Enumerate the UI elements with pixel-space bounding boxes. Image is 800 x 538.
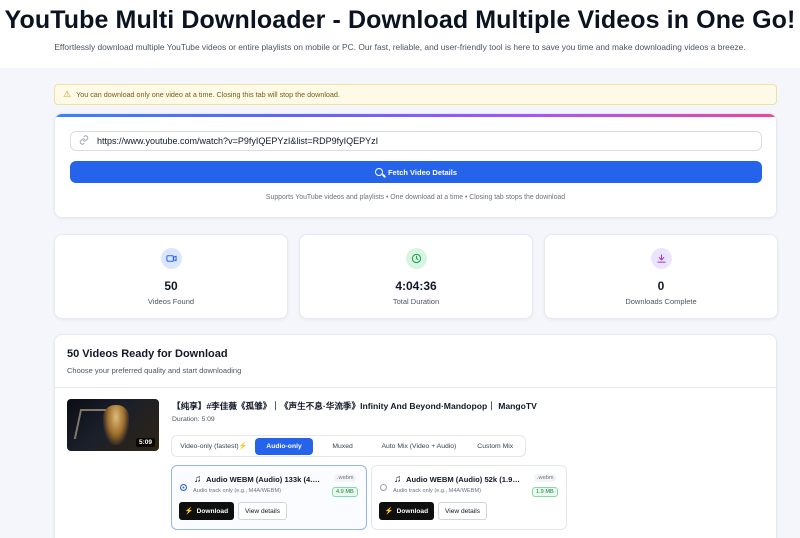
thumbnail-artwork (73, 409, 107, 439)
fetch-video-details-button[interactable]: Fetch Video Details (70, 161, 762, 183)
bolt-icon: ⚡ (184, 508, 194, 515)
download-button[interactable]: ⚡ Download (179, 502, 234, 520)
page-subtitle: Effortlessly download multiple YouTube v… (54, 42, 746, 52)
size-badge: 1.9 MB (532, 487, 558, 497)
music-note-icon: ♫ (194, 474, 202, 485)
download-button-label: Download (196, 507, 229, 515)
format-option-card[interactable]: ♫ Audio WEBM (Audio) 133k (4.9 MB) Audio… (171, 465, 367, 530)
option-title: Audio WEBM (Audio) 133k (4.9 MB) (206, 475, 322, 484)
option-title: Audio WEBM (Audio) 52k (1.9 MB) (406, 475, 522, 484)
stat-total-duration: 4:04:36 Total Duration (299, 234, 533, 319)
url-hint: Supports YouTube videos and playlists • … (265, 194, 566, 201)
page-header: YouTube Multi Downloader - Download Mult… (0, 0, 800, 68)
stat-label: Videos Found (147, 297, 195, 306)
video-thumbnail[interactable]: 5:09 (67, 399, 159, 451)
download-button-label: Download (396, 507, 429, 515)
thumbnail-duration-badge: 5:09 (135, 438, 155, 447)
download-icon (651, 248, 672, 269)
music-note-icon: ♫ (394, 474, 402, 485)
format-option-card[interactable]: ♫ Audio WEBM (Audio) 52k (1.9 MB) Audio … (371, 465, 567, 530)
stat-label: Total Duration (392, 297, 440, 306)
stat-value: 0 (657, 279, 665, 293)
clock-icon (406, 248, 427, 269)
warning-banner: ⚠ You can download only one video at a t… (54, 84, 777, 105)
url-input-value: https://www.youtube.com/watch?v=P9fyIQEP… (97, 136, 379, 146)
url-input[interactable]: https://www.youtube.com/watch?v=P9fyIQEP… (70, 131, 762, 151)
search-icon (374, 168, 383, 176)
warning-text: You can download only one video at a tim… (76, 90, 340, 99)
option-radio[interactable] (380, 484, 387, 491)
stat-label: Downloads Complete (625, 297, 697, 306)
divider (55, 387, 776, 388)
accent-gradient-bar (55, 114, 776, 117)
warning-icon: ⚠ (63, 89, 72, 99)
tab-custom-mix[interactable]: Custom Mix (467, 438, 523, 455)
tab-audio-only[interactable]: Audio-only (255, 437, 313, 455)
stat-downloads-complete: 0 Downloads Complete (544, 234, 778, 319)
stat-value: 50 (164, 279, 178, 293)
bolt-icon: ⚡ (384, 508, 394, 515)
video-list-card: 50 Videos Ready for Download Choose your… (54, 334, 777, 538)
stat-videos-found: 50 Videos Found (54, 234, 288, 319)
tab-muxed[interactable]: Muxed (315, 438, 371, 455)
thumbnail-figure (103, 405, 129, 445)
tab-video-only[interactable]: Video-only (fastest)⚡ (174, 438, 253, 455)
url-form-card: https://www.youtube.com/watch?v=P9fyIQEP… (54, 113, 777, 218)
format-badge: .webm (334, 474, 357, 482)
download-button[interactable]: ⚡ Download (379, 502, 434, 520)
list-subtitle: Choose your preferred quality and start … (67, 366, 242, 375)
video-duration: Duration: 5:09 (172, 416, 215, 423)
view-details-button[interactable]: View details (438, 502, 487, 520)
format-tabs: Video-only (fastest)⚡ Audio-only Muxed A… (171, 435, 526, 457)
format-badge: .webm (534, 474, 557, 482)
stat-value: 4:04:36 (395, 279, 437, 293)
video-icon (161, 248, 182, 269)
list-title: 50 Videos Ready for Download (67, 348, 228, 360)
option-radio[interactable] (180, 484, 187, 491)
size-badge: 4.9 MB (332, 487, 358, 497)
video-title: 【纯享】#李佳薇《孤雏》｜《声生不息·华流季》Infinity And Beyo… (172, 401, 537, 411)
tab-auto-mix[interactable]: Auto Mix (Video + Audio) (372, 438, 465, 455)
link-icon (79, 134, 89, 148)
option-description: Audio track only (e.g., M4A/WEBM) (393, 488, 481, 494)
view-details-button[interactable]: View details (238, 502, 287, 520)
option-description: Audio track only (e.g., M4A/WEBM) (193, 488, 281, 494)
fetch-button-label: Fetch Video Details (387, 167, 458, 177)
page-title: YouTube Multi Downloader - Download Mult… (4, 6, 796, 34)
